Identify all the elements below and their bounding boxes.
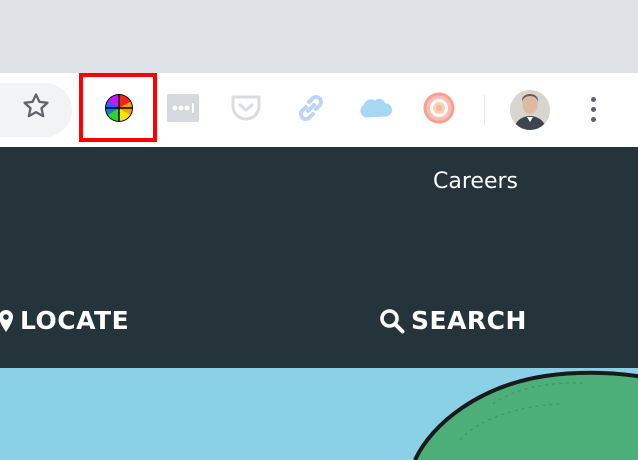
site-navigation: Careers LOCATE SEARCH (0, 147, 638, 368)
search-label: SEARCH (411, 306, 527, 335)
careers-link[interactable]: Careers (433, 169, 518, 194)
bookmark-star-icon[interactable] (20, 90, 52, 122)
browser-toolbar (0, 73, 638, 147)
locate-label: LOCATE (20, 306, 130, 335)
extension-highlight-box (79, 73, 157, 142)
toolbar-divider (484, 95, 485, 125)
search-link[interactable]: SEARCH (379, 306, 527, 335)
salesforce-cloud-icon[interactable] (358, 91, 392, 125)
browser-menu-icon[interactable] (582, 95, 606, 125)
link-icon[interactable] (294, 91, 328, 125)
search-icon (379, 308, 405, 334)
globe-illustration (413, 370, 638, 460)
map-pin-icon (0, 309, 14, 333)
locate-link[interactable]: LOCATE (0, 306, 129, 335)
pocket-icon[interactable] (229, 91, 263, 125)
password-dots-icon[interactable] (166, 91, 200, 125)
profile-avatar[interactable] (510, 90, 550, 130)
hero-banner (0, 368, 638, 460)
rgb-ring-icon[interactable] (422, 91, 456, 125)
tab-strip (0, 0, 638, 73)
